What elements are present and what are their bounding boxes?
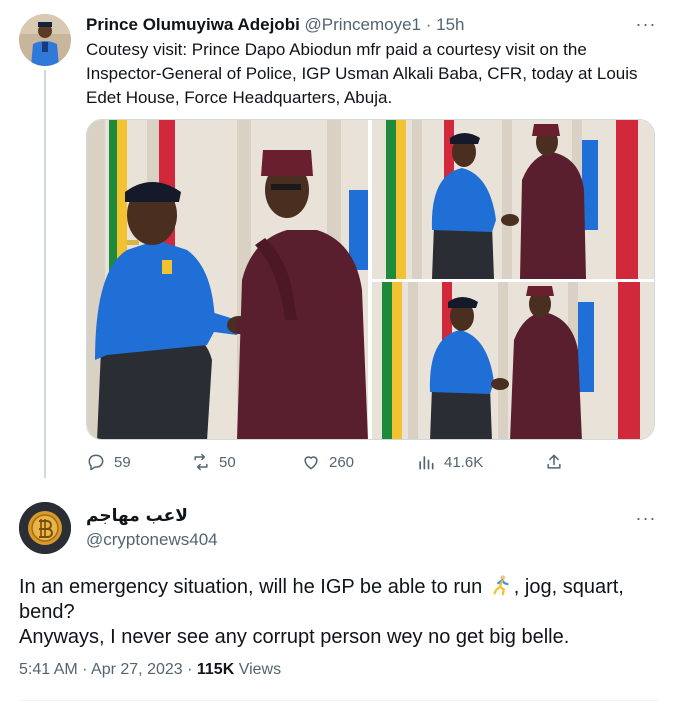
- reply-text: In an emergency situation, will he IGP b…: [19, 574, 659, 650]
- timestamp-text[interactable]: 5:41 AM · Apr 27, 2023 ·: [19, 661, 197, 678]
- handshake-photo-top-right[interactable]: [372, 120, 654, 279]
- reply-icon: [88, 454, 104, 471]
- views-count: 41.6K: [444, 453, 484, 471]
- reply-button[interactable]: 59: [86, 452, 131, 472]
- reply-text-part1: In an emergency situation, will he IGP b…: [19, 576, 483, 598]
- meta-separator: ·: [421, 15, 437, 34]
- more-options-button[interactable]: ···: [634, 12, 658, 36]
- like-count: 260: [329, 453, 355, 471]
- handshake-photo-main[interactable]: [87, 120, 368, 439]
- reply-count: 59: [114, 453, 131, 471]
- author-name[interactable]: لاعب مهاجم: [86, 506, 188, 526]
- heart-icon: [304, 456, 318, 470]
- tweet-actions-bar: 59 50 260 41.6K: [86, 452, 566, 476]
- media-grid: [86, 119, 655, 440]
- avatar[interactable]: [19, 502, 71, 554]
- more-options-button[interactable]: ···: [634, 506, 658, 530]
- tweet-text: Coutesy visit: Prince Dapo Abiodun mfr p…: [86, 40, 638, 107]
- share-icon: [547, 454, 561, 469]
- author-handle[interactable]: @Princemoye1: [305, 15, 421, 34]
- thread-connector-line: [44, 70, 46, 478]
- like-button[interactable]: 260: [301, 452, 354, 472]
- author-name[interactable]: Prince Olumuyiwa Adejobi: [86, 15, 300, 34]
- views-label: Views: [234, 661, 282, 678]
- tweet-timestamp: 5:41 AM · Apr 27, 2023 · 115K Views: [19, 661, 281, 679]
- divider: [19, 700, 658, 701]
- handshake-photo-bottom-right[interactable]: [372, 282, 654, 439]
- share-button[interactable]: [544, 452, 564, 472]
- avatar[interactable]: [19, 14, 71, 66]
- reply-text-line2: Anyways, I never see any corrupt person …: [19, 626, 570, 648]
- retweet-button[interactable]: 50: [191, 452, 236, 472]
- tweet-header: Prince Olumuyiwa Adejobi @Princemoye1 · …: [86, 14, 465, 36]
- views-button[interactable]: 41.6K: [416, 452, 483, 472]
- person-running-emoji: [493, 575, 509, 596]
- tweet-time[interactable]: 15h: [436, 15, 464, 34]
- author-handle[interactable]: @cryptonews404: [86, 530, 218, 550]
- analytics-icon: [419, 456, 434, 470]
- retweet-count: 50: [219, 453, 236, 471]
- views-total: 115K: [196, 661, 235, 678]
- retweet-icon: [194, 453, 208, 471]
